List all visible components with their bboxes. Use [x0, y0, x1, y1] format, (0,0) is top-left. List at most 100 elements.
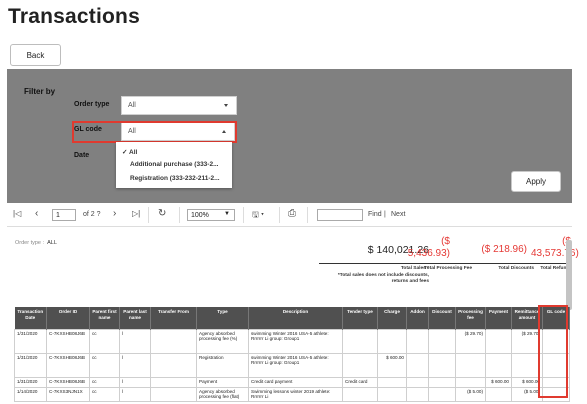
cell-addon: [406, 352, 429, 378]
cell-transfer-from: [150, 376, 197, 388]
total-refunds-value: ($ 43,573.76): [531, 236, 579, 259]
summary-divider: [319, 263, 572, 264]
cell-discount: [428, 328, 456, 354]
cell-addon: [406, 386, 429, 403]
page-number-input[interactable]: 1: [52, 209, 76, 221]
cell-order-id: C-7KXSHB08J6B: [46, 376, 90, 388]
cell-last-name: l: [119, 386, 151, 403]
next-page-icon[interactable]: ›: [113, 208, 116, 219]
column-header[interactable]: Tender type: [342, 307, 378, 329]
dropdown-option-additional-purchase[interactable]: Additional purchase (333-2...: [130, 161, 219, 168]
column-header[interactable]: Discount: [428, 307, 456, 329]
cell-charge: [377, 386, 407, 403]
cell-charge: $ 600.00: [377, 352, 407, 378]
column-header[interactable]: Payment: [485, 307, 512, 329]
toolbar-separator: [279, 207, 280, 223]
cell-type: Agency absorbed processing fee (%): [196, 328, 249, 354]
cell-date: 1/31/2020: [14, 352, 47, 378]
filter-heading: Filter by: [24, 87, 56, 96]
cell-discount: [428, 376, 456, 388]
cell-transfer-from: [150, 386, 197, 403]
column-header[interactable]: Parent first name: [89, 307, 120, 329]
cell-addon: [406, 328, 429, 354]
toolbar-separator: [148, 207, 149, 223]
order-type-label: Order type: [74, 101, 110, 108]
column-header[interactable]: Transfer From: [150, 307, 197, 329]
checkmark-icon: ✓: [122, 149, 130, 156]
first-page-icon[interactable]: |◁: [13, 209, 21, 218]
column-header[interactable]: Parent last name: [119, 307, 151, 329]
cell-payment: $ 600.00: [485, 376, 512, 388]
find-button[interactable]: Find: [368, 211, 382, 218]
column-header[interactable]: Charge: [377, 307, 407, 329]
dropdown-option-registration[interactable]: Registration (333-232-211-2...: [130, 175, 220, 182]
next-button[interactable]: Next: [391, 211, 405, 218]
cell-discount: [428, 386, 456, 403]
save-icon[interactable]: 🖫 ▾: [252, 209, 264, 223]
cell-first-name: cc: [89, 376, 120, 388]
column-header[interactable]: Transaction Date: [14, 307, 47, 329]
cell-payment: [485, 352, 512, 378]
cell-tender: Credit card: [342, 376, 378, 388]
apply-button[interactable]: Apply: [511, 171, 561, 192]
cell-last-name: l: [119, 352, 151, 378]
total-discounts-value: ($ 218.96): [481, 244, 527, 255]
table-header-row: Transaction Date Order ID Parent first n…: [14, 307, 570, 329]
cell-payment: [485, 386, 512, 403]
column-header[interactable]: Addon: [406, 307, 429, 329]
cell-addon: [406, 376, 429, 388]
table-row: 1/31/2020 C-7KXSHB08J6B cc l Payment Cre…: [14, 376, 570, 388]
dropdown-caret-icon: [224, 104, 228, 107]
dropdown-option-all[interactable]: ✓ All: [122, 148, 137, 156]
cell-description: swimming Winter 2016 USA-5 athlete: Rrrr…: [248, 352, 343, 378]
cell-tender: [342, 386, 378, 403]
total-refunds-label: Total Refunds: [540, 266, 572, 271]
gl-code-highlight-box: [72, 121, 237, 143]
zoom-select[interactable]: 100% ▼: [187, 209, 235, 221]
cell-processing-fee: ($ 29.70): [455, 328, 486, 354]
column-header[interactable]: Type: [196, 307, 249, 329]
cell-tender: [342, 352, 378, 378]
cell-type: Payment: [196, 376, 249, 388]
refresh-icon[interactable]: ↻: [158, 208, 166, 219]
back-button[interactable]: Back: [10, 44, 61, 66]
toolbar-separator: [307, 207, 308, 223]
page-count: of 2 ?: [83, 211, 101, 218]
cell-first-name: cc: [89, 352, 120, 378]
cell-first-name: cc: [89, 328, 120, 354]
cell-tender: [342, 328, 378, 354]
transactions-table: Transaction Date Order ID Parent first n…: [14, 307, 570, 403]
last-page-icon[interactable]: ▷|: [132, 209, 140, 218]
cell-description: Credit card payment: [248, 376, 343, 388]
print-icon[interactable]: ⎙: [288, 208, 296, 219]
date-label: Date: [74, 152, 90, 159]
table-row: 1/14/2020 C-7KXS3NJN1X cc l Agency absor…: [14, 386, 570, 403]
cell-order-id: C-7KXSHB08J6B: [46, 352, 90, 378]
column-header[interactable]: Description: [248, 307, 343, 329]
page-title: Transactions: [8, 5, 140, 28]
column-header[interactable]: Order ID: [46, 307, 90, 329]
cell-processing-fee: [455, 376, 486, 388]
table-row: 1/31/2020 C-7KXSHB08J6B cc l Registratio…: [14, 352, 570, 378]
cell-description: swimming Winter 2016 USA-5 athlete: Rrrr…: [248, 328, 343, 354]
cell-last-name: l: [119, 376, 151, 388]
cell-first-name: cc: [89, 386, 120, 403]
column-header[interactable]: Processing fee: [455, 307, 486, 329]
cell-last-name: l: [119, 328, 151, 354]
cell-payment: [485, 328, 512, 354]
find-input[interactable]: [317, 209, 363, 221]
order-type-summary: Order type : ALL: [15, 240, 57, 246]
cell-discount: [428, 352, 456, 378]
cell-processing-fee: [455, 352, 486, 378]
gl-code-column-highlight-box: [538, 305, 568, 398]
cell-date: 1/14/2020: [14, 386, 47, 403]
cell-transfer-from: [150, 352, 197, 378]
cell-description: Swimming lessons winter 2019 athlete: Rr…: [248, 386, 343, 403]
total-processing-fee-value: ($ 5,436.93): [407, 236, 450, 259]
prev-page-icon[interactable]: ‹: [35, 208, 38, 219]
total-sales-footnote: *Total sales does not include discounts,…: [337, 273, 429, 285]
cell-processing-fee: ($ 5.00): [455, 386, 486, 403]
toolbar-separator: [243, 207, 244, 223]
report-scrollbar[interactable]: [566, 240, 572, 310]
order-type-select[interactable]: All: [121, 96, 237, 115]
